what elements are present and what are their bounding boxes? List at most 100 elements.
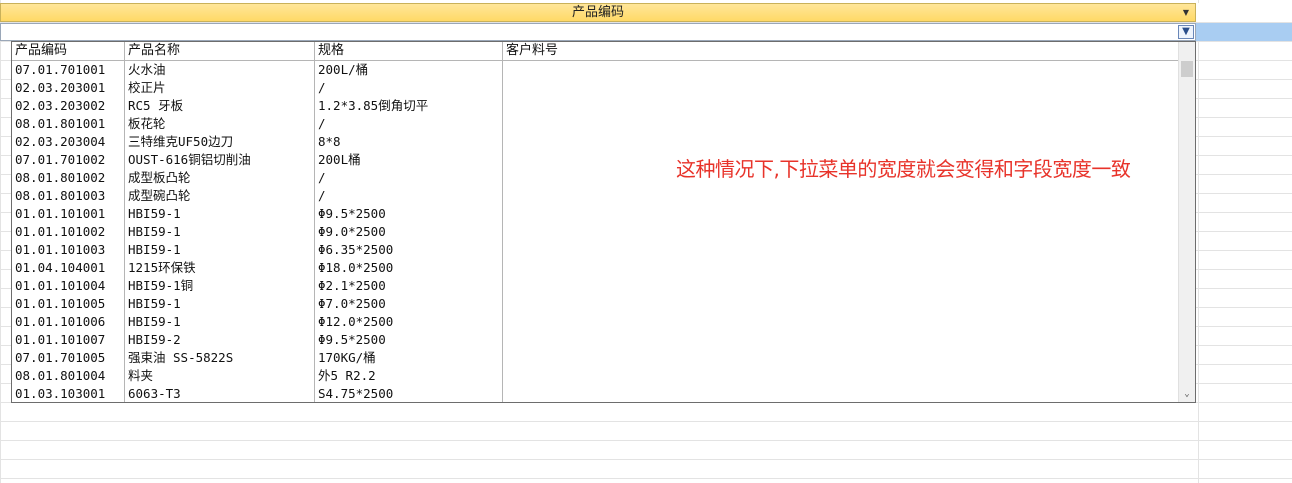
chevron-down-icon[interactable]: ⌄ <box>1179 388 1195 400</box>
cell-customer-part <box>503 277 1179 295</box>
dropdown-list[interactable]: 产品编码 产品名称 规格 客户料号 07.01.701001 火水油 200L/桶 0… <box>11 41 1196 403</box>
dropdown-column-headers: 产品编码 产品名称 规格 客户料号 <box>12 42 1179 61</box>
list-item[interactable]: 08.01.801003 成型碗凸轮 / <box>12 187 1179 205</box>
cell-customer-part <box>503 205 1179 223</box>
list-item[interactable]: 01.01.101007 HBI59-2 Φ9.5*2500 <box>12 331 1179 349</box>
cell-name: RC5 牙板 <box>128 98 184 113</box>
selected-cell-highlight <box>1196 23 1292 41</box>
cell-name: 火水油 <box>128 62 166 77</box>
cell-customer-part <box>503 313 1179 331</box>
cell-code: 01.01.101007 <box>15 332 106 347</box>
field-header-cell[interactable]: 产品编码 ▼ <box>0 3 1196 22</box>
cell-name: OUST-616铜铝切削油 <box>128 152 251 167</box>
cell-name: HBI59-1 <box>128 224 181 239</box>
cell-code: 01.01.101004 <box>15 278 106 293</box>
cell-customer-part <box>503 223 1179 241</box>
list-item[interactable]: 01.01.101005 HBI59-1 Φ7.0*2500 <box>12 295 1179 313</box>
cell-customer-part <box>503 349 1179 367</box>
combo-box[interactable]: ▼ <box>0 23 1196 41</box>
list-item[interactable]: 01.01.101003 HBI59-1 Φ6.35*2500 <box>12 241 1179 259</box>
cell-code: 01.01.101001 <box>15 206 106 221</box>
cell-customer-part <box>503 241 1179 259</box>
cell-code: 07.01.701002 <box>15 152 106 167</box>
cell-customer-part <box>503 259 1179 277</box>
cell-customer-part <box>503 79 1179 97</box>
cell-code: 02.03.203002 <box>15 98 106 113</box>
list-item[interactable]: 01.04.104001 1215环保铁 Φ18.0*2500 <box>12 259 1179 277</box>
cell-name: HBI59-1 <box>128 296 181 311</box>
chevron-down-icon: ▼ <box>1182 26 1190 37</box>
list-item[interactable]: 02.03.203001 校正片 / <box>12 79 1179 97</box>
list-item[interactable]: 07.01.701005 强束油 SS-5822S 170KG/桶 <box>12 349 1179 367</box>
cell-name: 1215环保铁 <box>128 260 196 275</box>
list-item[interactable]: 02.03.203002 RC5 牙板 1.2*3.85倒角切平 <box>12 97 1179 115</box>
cell-name: HBI59-1 <box>128 206 181 221</box>
cell-name: 6063-T3 <box>128 386 181 401</box>
cell-code: 01.03.103001 <box>15 386 106 401</box>
cell-spec: 170KG/桶 <box>318 350 376 365</box>
cell-code: 08.01.801002 <box>15 170 106 185</box>
list-item[interactable]: 01.03.103001 6063-T3 S4.75*2500 <box>12 385 1179 402</box>
cell-customer-part <box>503 295 1179 313</box>
cell-spec: 200L桶 <box>318 152 361 167</box>
list-item[interactable]: 02.03.203004 三特维克UF50边刀 8*8 <box>12 133 1179 151</box>
cell-spec: 外5 R2.2 <box>318 368 376 383</box>
cell-name: 强束油 SS-5822S <box>128 350 234 365</box>
annotation-text: 这种情况下,下拉菜单的宽度就会变得和字段宽度一致 <box>676 157 1131 181</box>
cell-customer-part <box>503 97 1179 115</box>
cell-name: 料夹 <box>128 368 154 383</box>
cell-customer-part <box>503 133 1179 151</box>
scrollbar-thumb[interactable] <box>1181 61 1193 77</box>
vertical-scrollbar[interactable]: ⌄ <box>1178 42 1195 402</box>
cell-spec: / <box>318 80 326 95</box>
cell-name: 三特维克UF50边刀 <box>128 134 234 149</box>
cell-code: 01.01.101002 <box>15 224 106 239</box>
column-header-code: 产品编码 <box>12 42 125 60</box>
cell-name: HBI59-2 <box>128 332 181 347</box>
list-item[interactable]: 01.01.101001 HBI59-1 Φ9.5*2500 <box>12 205 1179 223</box>
list-item[interactable]: 01.01.101002 HBI59-1 Φ9.0*2500 <box>12 223 1179 241</box>
cell-name: 校正片 <box>128 80 166 95</box>
cell-spec: S4.75*2500 <box>318 386 394 401</box>
cell-spec: Φ9.5*2500 <box>318 206 386 221</box>
cell-spec: 200L/桶 <box>318 62 369 77</box>
cell-name: 成型板凸轮 <box>128 170 191 185</box>
cell-name: 板花轮 <box>128 116 166 131</box>
cell-spec: / <box>318 170 326 185</box>
cell-spec: Φ7.0*2500 <box>318 296 386 311</box>
cell-name: HBI59-1 <box>128 242 181 257</box>
cell-spec: Φ18.0*2500 <box>318 260 394 275</box>
cell-customer-part <box>503 187 1179 205</box>
list-item[interactable]: 01.01.101004 HBI59-1铜 Φ2.1*2500 <box>12 277 1179 295</box>
list-item[interactable]: 08.01.801001 板花轮 / <box>12 115 1179 133</box>
cell-code: 01.01.101005 <box>15 296 106 311</box>
cell-code: 07.01.701001 <box>15 62 106 77</box>
cell-customer-part <box>503 385 1179 402</box>
cell-customer-part <box>503 367 1179 385</box>
column-header-spec: 规格 <box>315 42 503 60</box>
cell-spec: Φ9.5*2500 <box>318 332 386 347</box>
cell-code: 01.04.104001 <box>15 260 106 275</box>
combo-dropdown-button[interactable]: ▼ <box>1178 25 1194 39</box>
column-header-customer-part: 客户料号 <box>506 43 559 58</box>
cell-code: 08.01.801003 <box>15 188 106 203</box>
cell-code: 08.01.801004 <box>15 368 106 383</box>
list-item[interactable]: 01.01.101006 HBI59-1 Φ12.0*2500 <box>12 313 1179 331</box>
dropdown-rows: 07.01.701001 火水油 200L/桶 02.03.203001 校正片/02.… <box>12 61 1179 402</box>
cell-name: 成型碗凸轮 <box>128 188 191 203</box>
cell-code: 01.01.101006 <box>15 314 106 329</box>
cell-spec: Φ6.35*2500 <box>318 242 394 257</box>
column-header-name: 产品名称 <box>125 42 315 60</box>
cell-spec: 8*8 <box>318 134 341 149</box>
cell-customer-part <box>503 115 1179 133</box>
cell-customer-part <box>503 331 1179 349</box>
adjacent-cell[interactable] <box>1196 3 1292 23</box>
small-down-arrow-icon[interactable]: ▼ <box>1181 4 1191 21</box>
cell-spec: / <box>318 116 326 131</box>
cell-code: 02.03.203001 <box>15 80 106 95</box>
list-item[interactable]: 07.01.701001 火水油 200L/桶 <box>12 61 1179 79</box>
cell-code: 02.03.203004 <box>15 134 106 149</box>
cell-code: 07.01.701005 <box>15 350 106 365</box>
list-item[interactable]: 08.01.801004 料夹 外5 R2.2 <box>12 367 1179 385</box>
cell-name: HBI59-1铜 <box>128 278 194 293</box>
